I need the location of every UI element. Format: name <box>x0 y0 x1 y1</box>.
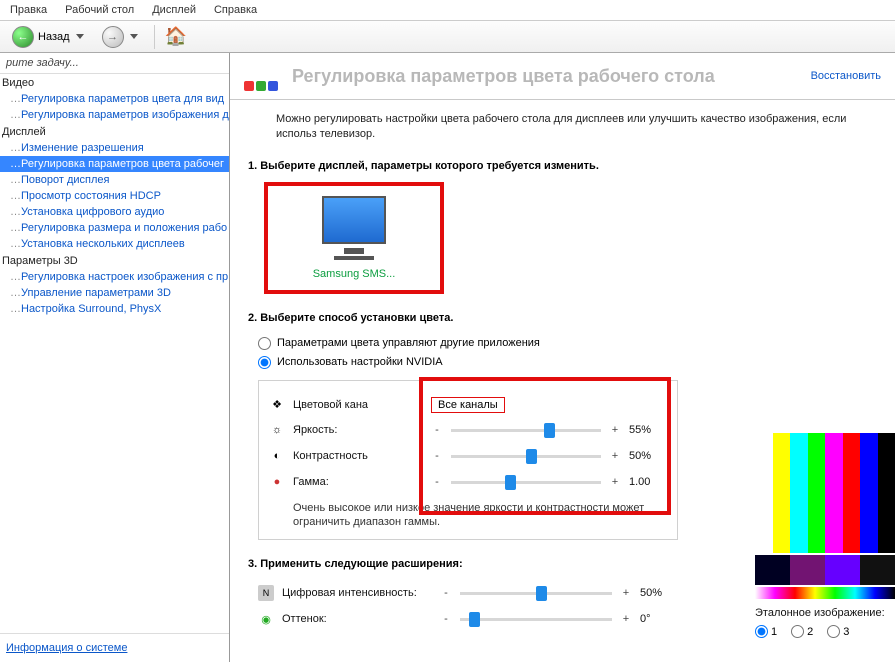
system-info-link[interactable]: Информация о системе <box>0 633 229 662</box>
sidebar: рите задачу... Видео …Регулировка параме… <box>0 53 230 662</box>
hue-icon: ◉ <box>258 611 274 627</box>
reference-label: Эталонное изображение: <box>755 607 895 619</box>
hue-slider[interactable] <box>460 610 612 628</box>
palette-icon: ❖ <box>269 397 285 413</box>
intensity-label: Цифровая интенсивность: <box>282 587 432 599</box>
forward-icon: → <box>102 26 124 48</box>
content: Регулировка параметров цвета рабочего ст… <box>230 53 895 662</box>
reference-panel: Эталонное изображение: 1 2 3 <box>755 433 895 638</box>
radio-label: Использовать настройки NVIDIA <box>277 356 443 368</box>
chevron-down-icon <box>130 34 138 39</box>
menu-help[interactable]: Справка <box>214 4 257 16</box>
intensity-slider[interactable] <box>460 584 612 602</box>
tree-item-selected[interactable]: …Регулировка параметров цвета рабочег <box>0 156 229 172</box>
tree-item[interactable]: …Регулировка параметров изображения д <box>0 107 229 123</box>
step1: 1. Выберите дисплей, параметры которого … <box>230 156 895 308</box>
back-button[interactable]: ← Назад <box>6 24 90 50</box>
radio-other-apps[interactable] <box>258 337 271 350</box>
cat-video: Видео <box>0 74 229 91</box>
ref-radio-1[interactable] <box>755 625 768 638</box>
channel-dropdown[interactable]: Все каналы <box>431 397 505 413</box>
gamma-value: 1.00 <box>629 476 667 488</box>
forward-button[interactable]: → <box>96 24 144 50</box>
home-icon[interactable]: 🏠 <box>165 26 187 47</box>
brightness-slider[interactable] <box>451 421 601 439</box>
ref-radio-2[interactable] <box>791 625 804 638</box>
intensity-icon: N <box>258 585 274 601</box>
menu-edit[interactable]: Правка <box>10 4 47 16</box>
contrast-slider[interactable] <box>451 447 601 465</box>
reference-radios: 1 2 3 <box>755 625 895 638</box>
contrast-icon: ◐ <box>269 448 285 464</box>
gamma-icon: ● <box>269 474 285 490</box>
color-group: ❖ Цветовой кана Все каналы ☼ Яркость: - … <box>258 380 678 541</box>
color-mini <box>755 555 895 585</box>
brightness-value: 55% <box>629 424 667 436</box>
tree-item[interactable]: …Установка цифрового аудио <box>0 204 229 220</box>
gradient-bar <box>755 587 895 599</box>
intensity-value: 50% <box>640 587 678 599</box>
radio-label: Параметрами цвета управляют другие прило… <box>277 337 540 349</box>
gamma-hint: Очень высокое или низкое значение яркост… <box>269 495 667 530</box>
display-selector[interactable]: Samsung SMS... <box>264 182 444 294</box>
cat-display: Дисплей <box>0 123 229 140</box>
step2-title: 2. Выберите способ установки цвета. <box>248 312 877 324</box>
separator <box>154 25 155 49</box>
contrast-value: 50% <box>629 450 667 462</box>
cat-3d: Параметры 3D <box>0 252 229 269</box>
brightness-label: Яркость: <box>293 424 423 436</box>
monitor-icon <box>322 196 386 244</box>
back-label: Назад <box>38 31 70 43</box>
nav-tree: Видео …Регулировка параметров цвета для … <box>0 74 229 633</box>
page-title: Регулировка параметров цвета рабочего ст… <box>292 66 811 87</box>
radio-nvidia[interactable] <box>258 356 271 369</box>
tree-item[interactable]: …Просмотр состояния HDCP <box>0 188 229 204</box>
description: Можно регулировать настройки цвета рабоч… <box>230 100 895 156</box>
monitor-label: Samsung SMS... <box>280 268 428 280</box>
contrast-label: Контрастность <box>293 450 423 462</box>
tree-item[interactable]: …Изменение разрешения <box>0 140 229 156</box>
tree-item[interactable]: …Регулировка размера и положения рабо <box>0 220 229 236</box>
back-icon: ← <box>12 26 34 48</box>
tree-item[interactable]: …Установка нескольких дисплеев <box>0 236 229 252</box>
tree-item[interactable]: …Регулировка настроек изображения с пр <box>0 269 229 285</box>
step1-title: 1. Выберите дисплей, параметры которого … <box>248 160 877 172</box>
brightness-icon: ☼ <box>269 422 285 438</box>
tree-item[interactable]: …Управление параметрами 3D <box>0 285 229 301</box>
menu-display[interactable]: Дисплей <box>152 4 196 16</box>
header-icon <box>244 61 282 91</box>
chevron-down-icon <box>76 34 84 39</box>
ref-radio-3[interactable] <box>827 625 840 638</box>
menu-desktop[interactable]: Рабочий стол <box>65 4 134 16</box>
gamma-slider[interactable] <box>451 473 601 491</box>
gamma-label: Гамма: <box>293 476 423 488</box>
tree-item[interactable]: …Регулировка параметров цвета для вид <box>0 91 229 107</box>
channel-label: Цветовой кана <box>293 399 423 411</box>
restore-link[interactable]: Восстановить <box>811 70 881 82</box>
hue-label: Оттенок: <box>282 613 432 625</box>
task-header: рите задачу... <box>0 53 229 74</box>
page-header: Регулировка параметров цвета рабочего ст… <box>230 53 895 100</box>
toolbar: ← Назад → 🏠 <box>0 21 895 53</box>
hue-value: 0° <box>640 613 678 625</box>
tree-item[interactable]: …Поворот дисплея <box>0 172 229 188</box>
color-bars <box>755 433 895 553</box>
menubar: Правка Рабочий стол Дисплей Справка <box>0 0 895 21</box>
tree-item[interactable]: …Настройка Surround, PhysX <box>0 301 229 317</box>
